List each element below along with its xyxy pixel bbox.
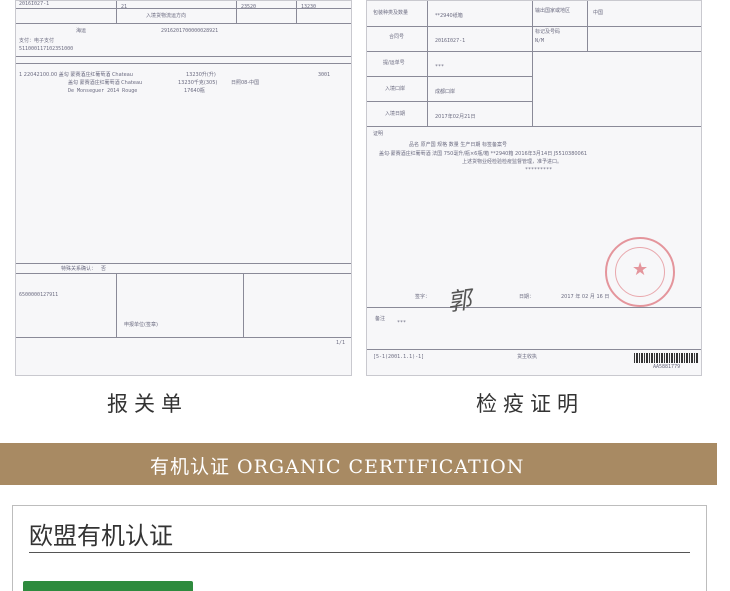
contract-label: 合同号: [389, 34, 405, 40]
trade-mode: 日照08-中国: [231, 80, 260, 86]
organic-certification-banner: 有机认证 ORGANIC CERTIFICATION: [0, 443, 717, 485]
dest-code: 3001: [318, 72, 331, 78]
pay-label: 支付：电子支付: [19, 38, 55, 44]
caption-quarantine: 检疫证明: [476, 392, 584, 416]
bl-value: ***: [435, 64, 445, 70]
cert-note: 上述货物业经检验检疫监督管理，准予进口。: [462, 159, 563, 165]
origin-label: 输出国家或地区: [535, 8, 571, 14]
transport: 海运: [76, 28, 87, 34]
num-b: 13230: [301, 4, 317, 10]
origin-value: 中国: [593, 10, 604, 16]
date-label: 入境日期: [385, 111, 406, 117]
red-seal-stamp: ★: [605, 237, 675, 307]
form-code: [5-1(2001.1.1)-1]: [373, 354, 425, 360]
contract-value: 2016I027-1: [435, 38, 466, 44]
sign-date-label: 日期：: [519, 294, 535, 300]
confirm-no: 否: [101, 266, 107, 272]
declare-unit-label: 申报单位(签章): [124, 322, 158, 328]
qty-b: 13230千克(305): [178, 80, 218, 86]
num-a: 23520: [241, 4, 257, 10]
goods-line-2: 盖勾 蒙赛酒庄红葡萄酒 Chateau: [68, 80, 143, 86]
qty-a: 13230升(升): [186, 72, 216, 78]
port-label: 入境口岸: [385, 86, 406, 92]
barcode-graphic: [634, 353, 698, 363]
sign-date: 2017 年 02 月 16 日: [561, 294, 610, 300]
pay-no: 511000117102351000: [19, 46, 74, 52]
date-value: 2017年02月21日: [435, 114, 476, 120]
mark-value: N/M: [535, 38, 545, 44]
eu-organic-title: 欧盟有机认证: [29, 522, 173, 550]
quarantine-certificate-scan: 包装种类及数量 **2940纸箱 输出国家或地区 中国 合同号 2016I027…: [366, 0, 702, 376]
caption-customs: 报关单: [107, 392, 188, 416]
handwritten-signature: 郭: [445, 285, 474, 317]
eu-green-badge: [23, 581, 193, 591]
cert-headers: 品名 原产国 规格 数量 生产日期 标签备案号: [409, 142, 507, 148]
banner-title: 有机认证 ORGANIC CERTIFICATION: [150, 456, 525, 478]
qty-c: 17640瓶: [184, 88, 205, 94]
bl-label: 提/运单号: [383, 60, 405, 66]
mark-label: 标记及号码: [535, 29, 561, 35]
goods-line-1: 1 22042100.00 盖勾 蒙赛酒庄红葡萄酒 Chateau: [19, 72, 133, 78]
remark-value: ***: [397, 320, 407, 326]
barcode-number: AA5881779: [653, 364, 681, 370]
trade-row-b: 入境货物流运方向: [146, 13, 187, 19]
pack-label: 包装种类及数量: [373, 10, 409, 16]
holder-copy: 货主收执: [517, 354, 538, 360]
cert-row: 盖勾·蒙赛酒庄红葡萄酒 法国 750毫升/瓶×6瓶/箱 **2940箱 2016…: [379, 151, 588, 157]
goods-line-3: De Monseguer 2014 Rouge: [68, 88, 138, 94]
port-value: 成都口岸: [435, 89, 456, 95]
cert-stars: *********: [525, 167, 553, 173]
remark-label: 备注: [375, 316, 386, 322]
special-relation-label: 特殊关系确认：: [61, 266, 97, 272]
sign-label: 签字：: [415, 294, 431, 300]
customs-declaration-scan: 2016I027-1 21 入境货物流运方向 23520 13230 海运 29…: [15, 0, 352, 376]
title-divider: [29, 552, 690, 553]
eu-organic-card: 欧盟有机认证: [12, 505, 707, 591]
entry-code: 6500000127911: [19, 292, 59, 298]
contract-no: 2016I027-1: [19, 1, 50, 7]
pack-value: **2940纸箱: [435, 13, 463, 19]
trade-row-a: 21: [121, 4, 128, 10]
cert-label: 证明: [373, 131, 384, 137]
page-number: 1/1: [336, 340, 346, 346]
no-full: 2916201700000028921: [161, 28, 219, 34]
